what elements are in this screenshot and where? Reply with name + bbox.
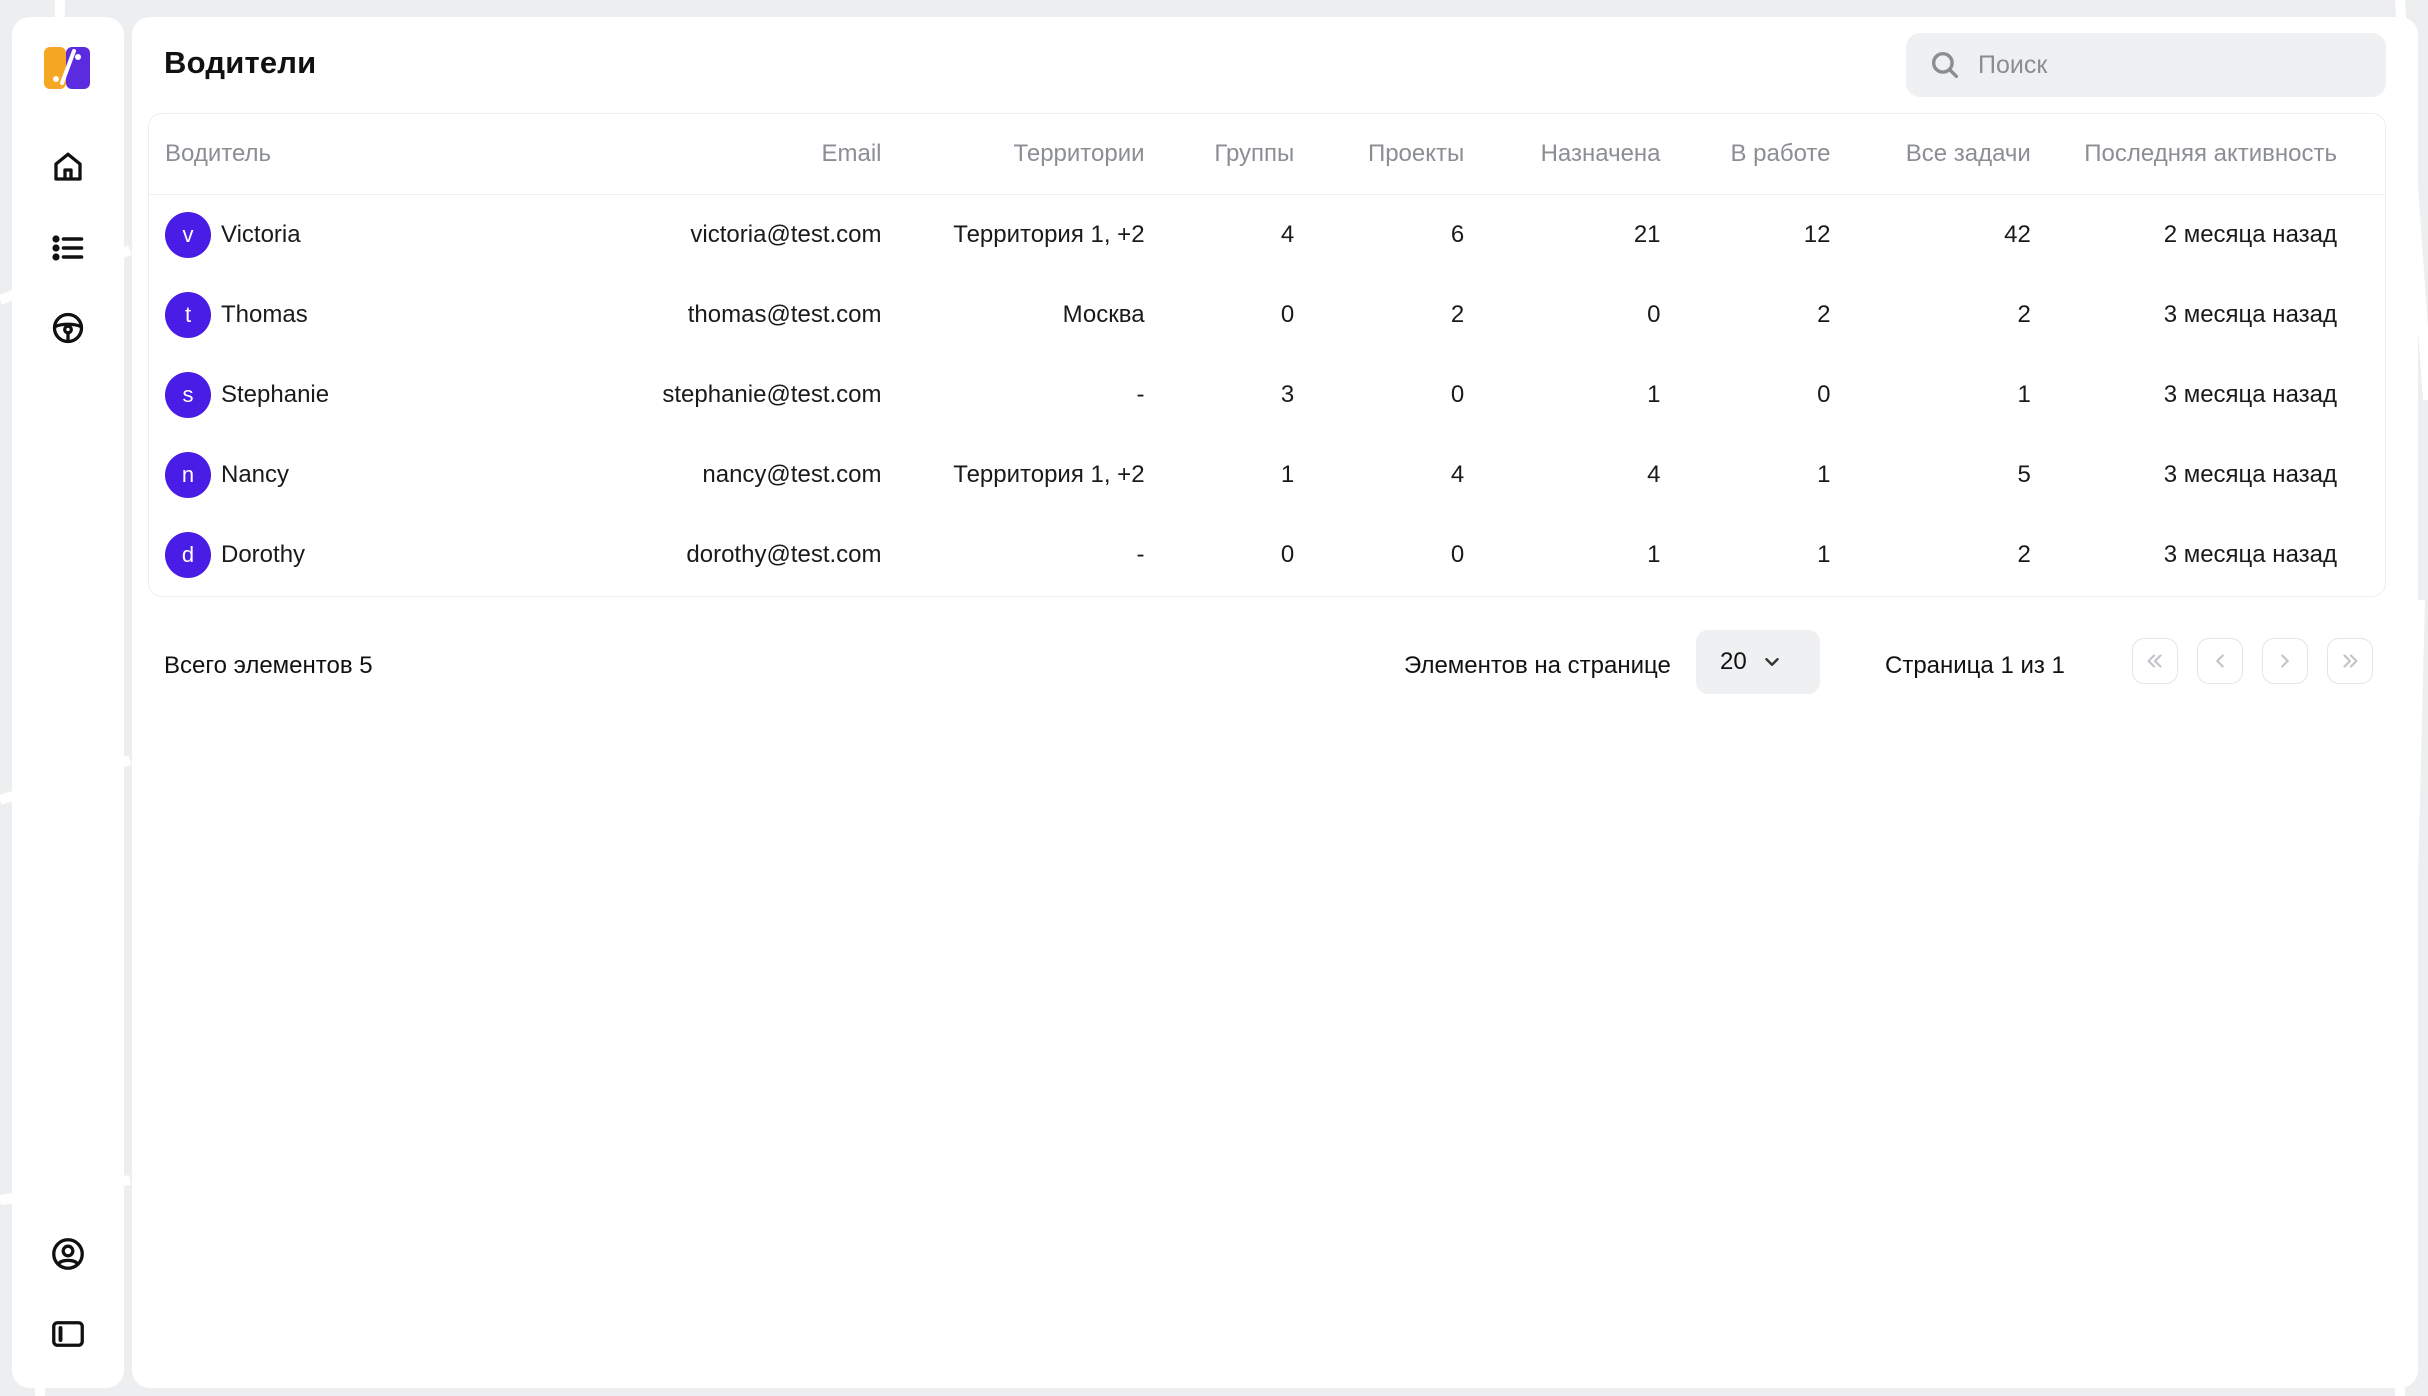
driver-last-activity: 3 месяца назад (2163, 381, 2337, 408)
driver-last-activity: 3 месяца назад (2163, 301, 2337, 328)
driver-territories: Территория 1, +2 (953, 221, 1145, 248)
list-icon (52, 235, 84, 261)
nav-drivers[interactable] (45, 305, 91, 351)
driver-territories: Москва (1062, 301, 1145, 328)
driver-assigned: 1 (1647, 541, 1661, 568)
driver-email: thomas@test.com (687, 301, 882, 328)
driver-groups: 4 (1280, 221, 1295, 248)
driver-last-activity: 2 месяца назад (2163, 221, 2337, 248)
chevrons-left-icon (2147, 654, 2162, 668)
driver-assigned: 0 (1647, 301, 1661, 328)
driver-last-activity: 3 месяца назад (2163, 461, 2337, 488)
driver-territories: - (1136, 541, 1145, 568)
driver-territories: - (1136, 381, 1145, 408)
driver-email: dorothy@test.com (686, 541, 882, 568)
driver-name: Victoria (221, 221, 301, 248)
table-header-row: Водитель Email Территории Группы Проекты… (149, 114, 2385, 195)
driver-assigned: 4 (1647, 461, 1661, 488)
chevron-down-icon (1765, 658, 1779, 666)
driver-groups: 0 (1280, 541, 1295, 568)
driver-groups: 0 (1280, 301, 1295, 328)
nav-profile[interactable] (45, 1231, 91, 1277)
avatar: d (165, 532, 211, 578)
driver-territories: Территория 1, +2 (953, 461, 1145, 488)
driver-groups: 1 (1280, 461, 1295, 488)
search-box[interactable] (1906, 33, 2386, 97)
sidebar-toggle-icon (52, 1321, 84, 1347)
home-icon (54, 152, 82, 181)
driver-email: nancy@test.com (702, 461, 882, 488)
avatar: t (165, 292, 211, 338)
header-projects[interactable]: Проекты (1294, 114, 1465, 195)
driver-groups: 3 (1280, 381, 1295, 408)
driver-email: victoria@test.com (690, 221, 882, 248)
drivers-table-card: Водитель Email Территории Группы Проекты… (148, 113, 2386, 597)
header-last-activity[interactable]: Последняя активность (2030, 114, 2385, 195)
table-row[interactable]: v Victoria victoria@test.com Территория 1… (149, 195, 2385, 276)
header-all-tasks[interactable]: Все задачи (1830, 114, 2031, 195)
search-input[interactable] (1976, 49, 2360, 81)
header-email[interactable]: Email (594, 114, 882, 195)
driver-projects: 2 (1450, 301, 1465, 328)
user-circle-icon (52, 1238, 84, 1270)
steering-wheel-icon (52, 312, 84, 344)
driver-all-tasks: 1 (2017, 381, 2031, 408)
sidebar (12, 17, 124, 1388)
per-page-label: Элементов на странице (1404, 652, 1671, 679)
prev-page-button[interactable] (2197, 638, 2243, 684)
driver-in-progress: 0 (1817, 381, 1831, 408)
driver-projects: 0 (1450, 541, 1465, 568)
driver-all-tasks: 2 (2017, 541, 2031, 568)
header-driver[interactable]: Водитель (149, 114, 595, 195)
drivers-table: Водитель Email Территории Группы Проекты… (149, 114, 2385, 595)
driver-projects: 0 (1450, 381, 1465, 408)
table-row[interactable]: d Dorothy dorothy@test.com - 0 0 1 1 2 3 … (149, 515, 2385, 595)
chevron-left-icon (2216, 654, 2224, 668)
driver-in-progress: 12 (1803, 221, 1831, 248)
chevron-right-icon (2281, 654, 2289, 668)
driver-in-progress: 1 (1817, 541, 1831, 568)
driver-projects: 4 (1450, 461, 1465, 488)
driver-name: Dorothy (221, 541, 306, 568)
total-items: Всего элементов 5 (164, 652, 373, 679)
avatar: v (165, 212, 211, 258)
header-groups[interactable]: Группы (1144, 114, 1295, 195)
driver-assigned: 1 (1647, 381, 1661, 408)
table-row[interactable]: t Thomas thomas@test.com Москва 0 2 0 2 2… (149, 275, 2385, 355)
header-territories[interactable]: Территории (881, 114, 1145, 195)
page-title: Водители (164, 45, 317, 80)
driver-assigned: 21 (1633, 221, 1661, 248)
table-row[interactable]: n Nancy nancy@test.com Территория 1, +2 1… (149, 435, 2385, 515)
last-page-button[interactable] (2327, 638, 2373, 684)
nav-tasks[interactable] (45, 225, 91, 271)
driver-all-tasks: 5 (2017, 461, 2031, 488)
avatar: s (165, 372, 211, 418)
driver-name: Nancy (221, 461, 290, 488)
per-page-value: 20 (1720, 648, 1747, 675)
header-assigned[interactable]: Назначена (1464, 114, 1661, 195)
driver-name: Stephanie (221, 381, 330, 408)
driver-email: stephanie@test.com (662, 381, 882, 408)
page-info: Страница 1 из 1 (1885, 652, 2065, 679)
first-page-button[interactable] (2132, 638, 2178, 684)
driver-projects: 6 (1450, 221, 1465, 248)
driver-in-progress: 2 (1817, 301, 1831, 328)
main-panel: Водители Водитель Email Территории Групп… (132, 17, 2418, 1388)
search-icon (1931, 51, 1959, 79)
next-page-button[interactable] (2262, 638, 2308, 684)
driver-in-progress: 1 (1817, 461, 1831, 488)
per-page-select[interactable]: 20 (1696, 630, 1820, 694)
app-logo[interactable] (42, 43, 92, 93)
avatar: n (165, 452, 211, 498)
table-row[interactable]: s Stephanie stephanie@test.com - 3 0 1 0 … (149, 355, 2385, 435)
driver-all-tasks: 42 (2004, 221, 2031, 248)
nav-home[interactable] (45, 144, 91, 190)
nav-sidebar-toggle[interactable] (45, 1311, 91, 1357)
chevrons-right-icon (2343, 654, 2358, 668)
driver-name: Thomas (221, 301, 308, 328)
driver-all-tasks: 2 (2017, 301, 2031, 328)
header-in-progress[interactable]: В работе (1660, 114, 1831, 195)
driver-last-activity: 3 месяца назад (2163, 541, 2337, 568)
